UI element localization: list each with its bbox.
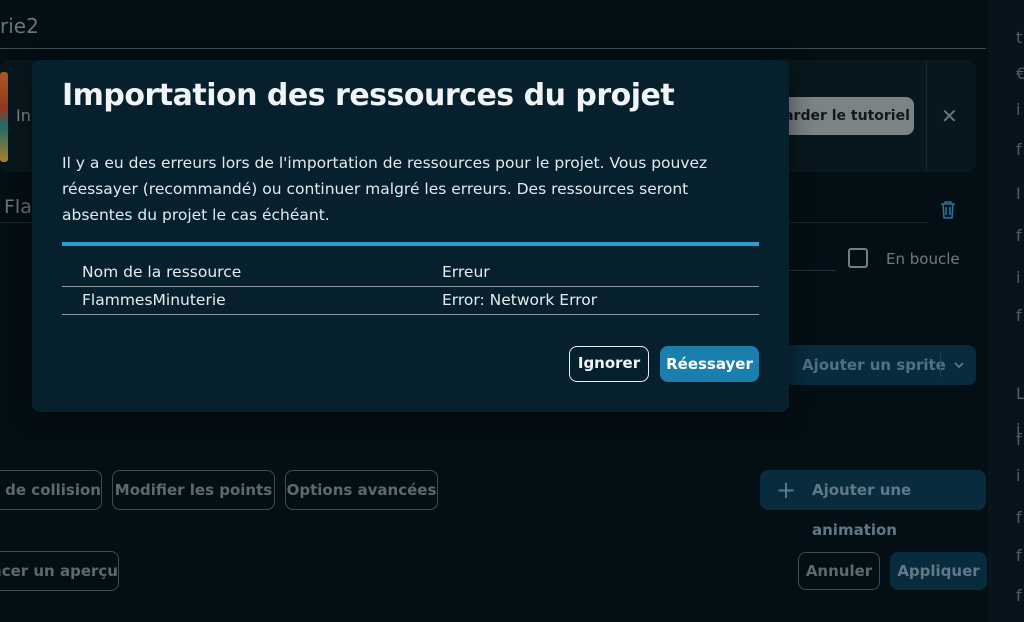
ignore-button[interactable]: Ignorer	[569, 346, 649, 382]
resource-name-cell: FlammesMinuterie	[82, 291, 226, 309]
error-cell: Error: Network Error	[442, 291, 598, 309]
dialog-message: Il y a eu des erreurs lors de l'importat…	[62, 154, 708, 224]
column-header-error: Erreur	[442, 263, 490, 281]
table-row: FlammesMinuterie Error: Network Error	[62, 287, 759, 315]
table-top-bar	[62, 242, 759, 246]
dialog-title: Importation des ressources du projet	[62, 78, 675, 113]
column-header-resource-name: Nom de la ressource	[82, 263, 242, 281]
retry-button[interactable]: Réessayer	[660, 346, 759, 382]
table-header: Nom de la ressource Erreur	[62, 259, 759, 287]
import-errors-dialog: Importation des ressources du projet Il …	[32, 60, 789, 412]
